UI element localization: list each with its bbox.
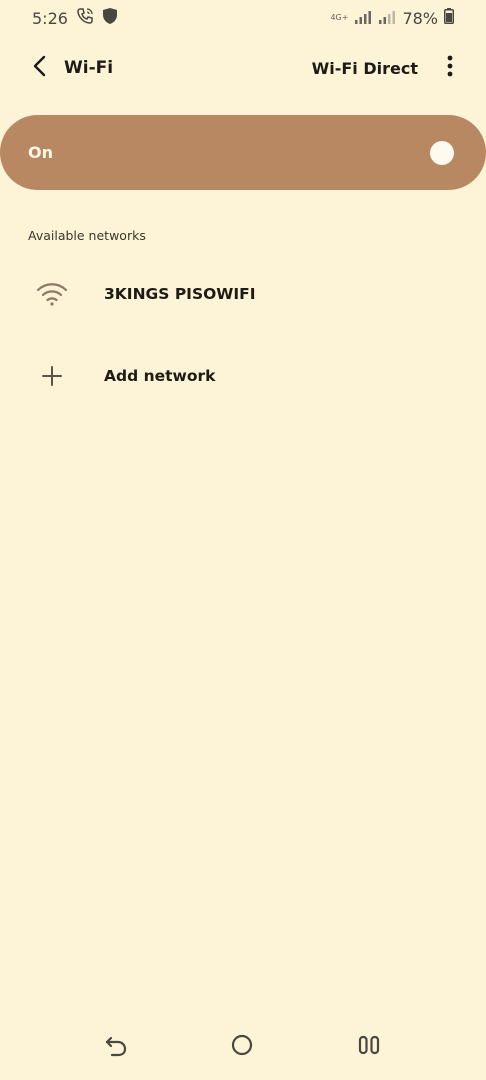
add-network-button[interactable]: Add network [0,344,486,408]
shield-icon [102,7,118,29]
back-nav-icon [103,1032,129,1062]
back-button[interactable] [22,50,58,86]
back-arrow-icon [30,55,50,81]
page-title: Wi-Fi [64,58,114,78]
wifi-icon [34,276,70,312]
wifi-calling-icon [76,7,94,29]
header-right: Wi-Fi Direct [312,50,462,86]
toggle-switch-knob[interactable] [430,140,454,165]
battery-icon [444,8,454,28]
status-time: 5:26 [32,8,68,28]
home-nav-button[interactable] [222,1027,262,1067]
home-nav-icon [230,1033,254,1061]
network-name: 3KINGS PISOWIFI [104,285,256,303]
network-type-label: 4G+ [330,13,349,22]
header-left: Wi-Fi [22,50,113,86]
wifi-direct-button[interactable]: Wi-Fi Direct [312,59,418,78]
signal-icon [354,9,372,28]
status-right: 4G+ 78% [330,8,454,28]
more-options-button[interactable] [438,50,462,86]
status-left: 5:26 [32,7,118,29]
recents-nav-icon [358,1034,380,1060]
available-networks-header: Available networks [28,228,146,243]
more-options-icon [447,55,453,81]
back-nav-button[interactable] [96,1027,136,1067]
plus-icon [34,358,70,394]
add-network-label: Add network [104,367,216,385]
battery-percent: 78% [402,8,438,28]
toggle-label: On [28,143,53,162]
network-item[interactable]: 3KINGS PISOWIFI [0,262,486,326]
wifi-master-toggle[interactable]: On [0,115,486,190]
app-header: Wi-Fi Wi-Fi Direct [0,46,486,90]
recents-nav-button[interactable] [349,1027,389,1067]
navigation-bar [0,1020,486,1080]
status-bar: 5:26 4G+ 78% [0,0,486,36]
signal-icon [378,9,396,28]
